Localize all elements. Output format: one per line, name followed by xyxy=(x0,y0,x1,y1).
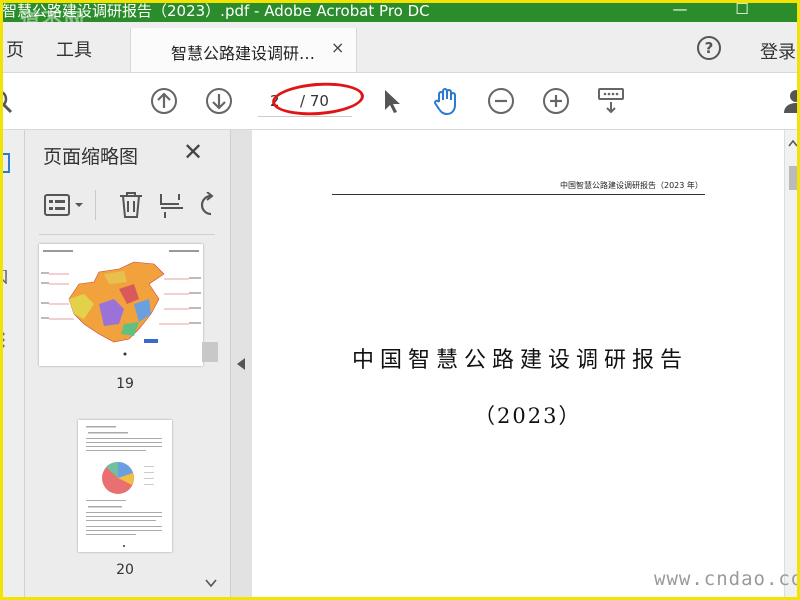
toolbar xyxy=(0,73,800,130)
select-arrow-icon[interactable] xyxy=(376,85,408,117)
scroll-up-icon[interactable] xyxy=(788,138,798,148)
thumbnail-page-19[interactable] xyxy=(39,244,203,366)
document-page: 中国智慧公路建设调研报告（2023 年） 中国智慧公路建设调研报告 （2023） xyxy=(252,130,784,600)
document-tab-label: 智慧公路建设调研… xyxy=(171,44,316,63)
options-icon[interactable] xyxy=(43,192,89,218)
tab-home[interactable]: 页 xyxy=(6,36,24,62)
bookmark-icon[interactable] xyxy=(0,270,10,284)
panel-toolbar xyxy=(25,180,230,230)
panel-scroll-down-icon[interactable] xyxy=(205,578,217,588)
header-rule xyxy=(332,194,705,195)
prev-page-icon[interactable] xyxy=(148,85,180,117)
document-scrollbar[interactable] xyxy=(784,130,800,600)
tab-bar: 页 工具 智慧公路建设调研… × ? 登录 xyxy=(0,22,800,73)
help-icon[interactable]: ? xyxy=(697,36,721,60)
title-bar: 智慧公路建设调研报告（2023）.pdf - Adobe Acrobat Pro… xyxy=(0,0,800,32)
thumbnails-panel: 页面缩略图 ✕ 19 20 xyxy=(25,130,230,600)
close-tab-button[interactable]: × xyxy=(331,38,344,57)
thumbnail-label-19: 19 xyxy=(116,376,134,392)
zoom-in-icon[interactable] xyxy=(540,85,572,117)
document-title: 中国智慧公路建设调研报告 xyxy=(352,348,689,373)
panel-title: 页面缩略图 xyxy=(43,146,139,168)
crop-icon[interactable] xyxy=(157,190,187,220)
collapse-panel-icon[interactable] xyxy=(237,358,245,370)
thumbnail-map-image xyxy=(41,250,201,356)
left-rail xyxy=(0,130,25,600)
document-viewport[interactable]: 中国智慧公路建设调研报告（2023 年） 中国智慧公路建设调研报告 （2023） xyxy=(252,130,800,600)
page-thumbnails-icon[interactable] xyxy=(0,152,12,174)
panel-close-button[interactable]: ✕ xyxy=(183,138,203,166)
document-year: （2023） xyxy=(474,404,582,428)
panel-scroll-thumb[interactable] xyxy=(202,342,218,362)
zoom-out-icon[interactable] xyxy=(485,85,517,117)
attachments-icon[interactable] xyxy=(0,330,10,350)
login-button[interactable]: 登录 xyxy=(760,38,796,64)
account-icon[interactable] xyxy=(780,85,800,117)
tab-document[interactable]: 智慧公路建设调研… × xyxy=(130,28,357,72)
document-scroll-thumb[interactable] xyxy=(789,166,797,190)
running-header: 中国智慧公路建设调研报告（2023 年） xyxy=(560,181,703,190)
delete-icon[interactable] xyxy=(117,190,145,220)
tool-divider xyxy=(95,190,96,220)
rotate-icon[interactable] xyxy=(197,192,215,218)
panel-divider xyxy=(39,234,215,235)
thumbnail-pie-image xyxy=(86,426,162,547)
scroll-mode-icon[interactable] xyxy=(595,85,627,117)
site-watermark: www.cndao.com xyxy=(654,568,800,590)
next-page-icon[interactable] xyxy=(203,85,235,117)
search-icon[interactable] xyxy=(0,85,16,117)
maximize-button[interactable]: ☐ xyxy=(722,0,762,22)
thumbnail-page-20[interactable] xyxy=(78,420,172,552)
panel-splitter[interactable] xyxy=(230,130,253,600)
thumbnail-label-20: 20 xyxy=(116,562,134,578)
hand-tool-icon[interactable] xyxy=(430,85,462,117)
tab-tools[interactable]: 工具 xyxy=(56,36,92,62)
minimize-button[interactable]: — xyxy=(660,0,700,22)
